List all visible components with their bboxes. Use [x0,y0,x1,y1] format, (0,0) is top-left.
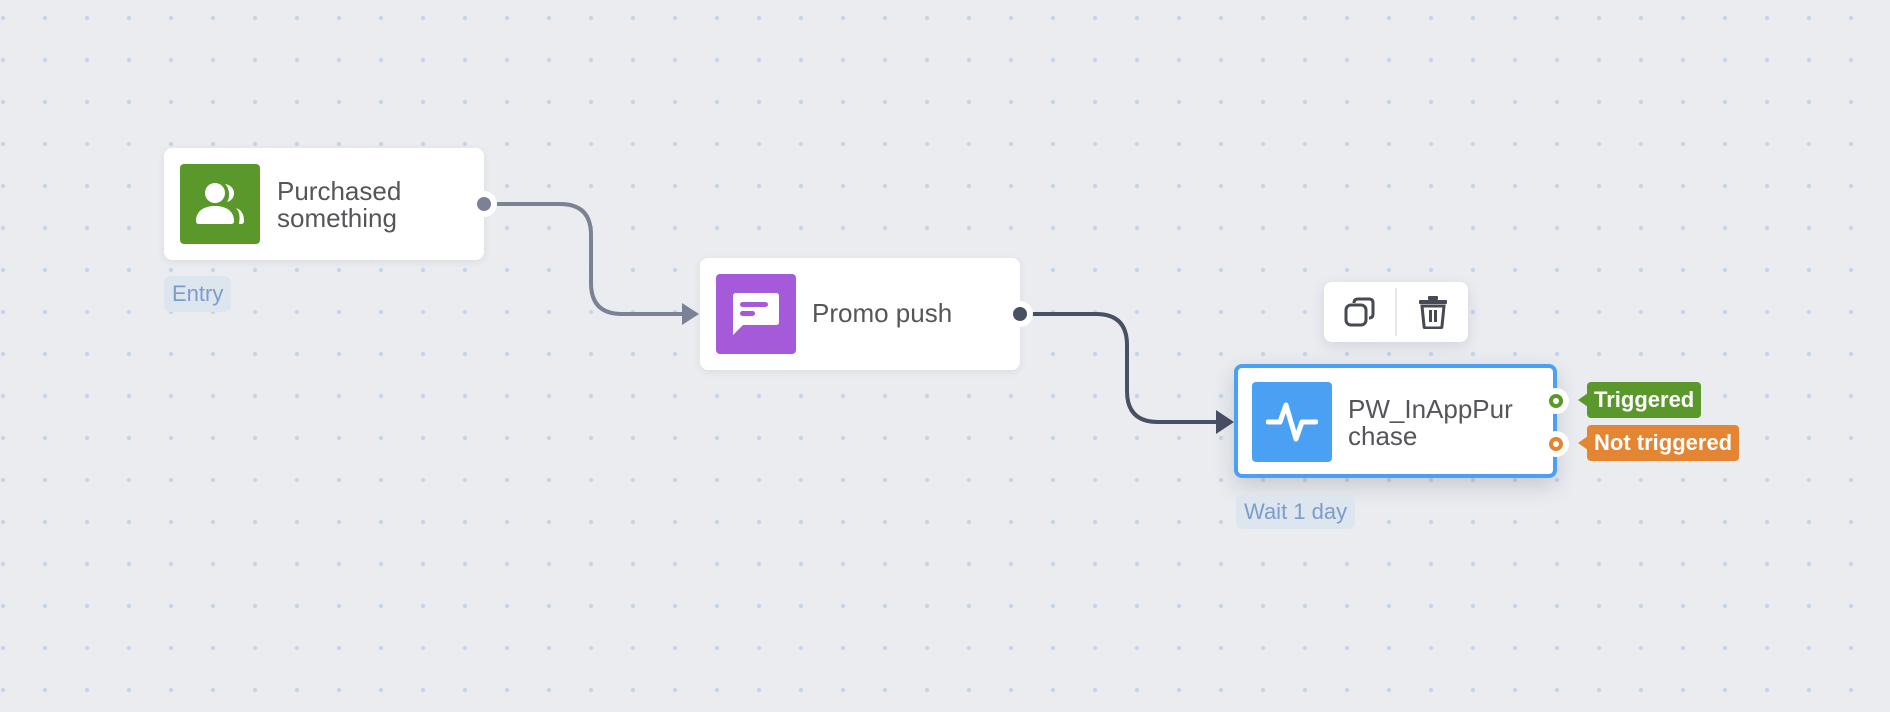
link-promo-to-event[interactable] [1020,312,1218,424]
output-port[interactable] [471,191,497,217]
output-port[interactable] [1007,301,1033,327]
push-icon-box [716,274,796,354]
trash-icon [1418,296,1447,329]
node-purchased-something[interactable]: Purchased something [164,148,497,260]
output-port-triggered[interactable] [1543,388,1569,414]
node-title: Purchased something [277,176,402,233]
activity-pulse-icon [1266,402,1318,442]
link-purchased-to-promo[interactable] [486,202,684,316]
not-triggered-tag[interactable]: Not triggered [1577,425,1740,461]
triggered-tag[interactable]: Triggered [1577,382,1702,418]
message-icon [733,293,779,335]
node-promo-push[interactable]: Promo push [700,258,1033,370]
trigger-icon-box [180,164,260,244]
wait-label: Wait 1 day [1236,494,1356,529]
node-pw-inapppurchase[interactable]: PW_InAppPur chase [1234,364,1569,478]
delete-button[interactable] [1397,282,1468,342]
copy-icon [1344,297,1374,327]
duplicate-button[interactable] [1324,282,1395,342]
node-title: Promo push [812,298,953,328]
entry-label: Entry [164,276,232,312]
output-port-not-triggered[interactable] [1543,431,1569,457]
arrow-head-event [1216,410,1234,434]
node-title: PW_InAppPur chase [1348,394,1513,451]
arrow-head-promo [682,303,699,325]
journey-canvas[interactable]: Purchased something Entry Promo push PW_… [0,0,1890,712]
users-icon [196,183,244,224]
node-toolbar [1324,282,1468,342]
event-icon-box [1252,382,1332,462]
